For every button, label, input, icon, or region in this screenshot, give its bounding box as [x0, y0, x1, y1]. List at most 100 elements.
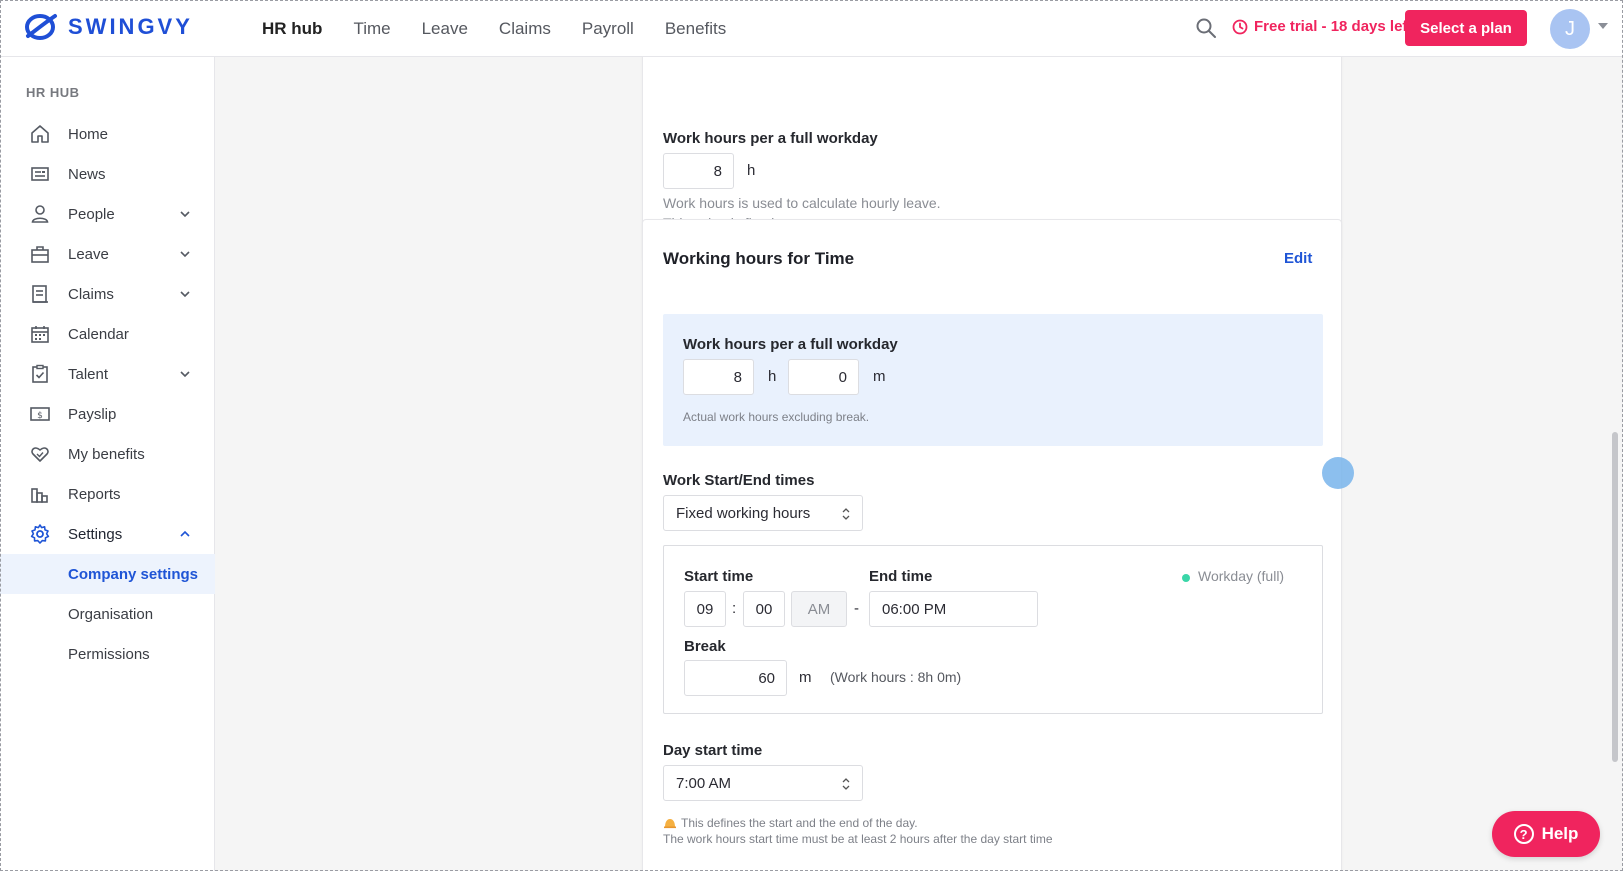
select-arrows-icon	[842, 778, 850, 790]
working-hours-mode-value: Fixed working hours	[676, 504, 811, 522]
sidebar-item-calendar[interactable]: Calendar	[0, 314, 215, 354]
day-start-value: 7:00 AM	[676, 774, 732, 792]
sidebar-item-news[interactable]: News	[0, 154, 215, 194]
time-separator: :	[732, 600, 737, 617]
calendar-icon	[31, 326, 49, 343]
sidebar-item-settings[interactable]: Settings	[0, 514, 215, 554]
gear-icon	[30, 524, 50, 544]
day-start-note-line2: The work hours start time must be at lea…	[663, 832, 1053, 846]
workday-hours-unit: h	[768, 368, 777, 385]
day-start-select[interactable]: 7:00 AM	[663, 765, 863, 801]
bell-icon	[664, 819, 676, 829]
workday-legend-label: Workday (full)	[1198, 568, 1285, 584]
sidebar-item-label: Reports	[68, 485, 121, 503]
top-navigation-bar: SWINGVY HR hub Time Leave Claims Payroll…	[0, 0, 1623, 57]
clock-icon	[1232, 19, 1248, 34]
start-end-label: Work Start/End times	[663, 472, 815, 489]
chevron-down-icon[interactable]	[1598, 23, 1608, 29]
day-start-note: This defines the start and the end of th…	[663, 816, 918, 830]
day-start-label: Day start time	[663, 742, 763, 759]
sidebar-subitem-label: Organisation	[68, 605, 154, 623]
news-icon	[31, 167, 49, 181]
heart-icon	[31, 447, 49, 462]
help-label: Help	[1541, 824, 1579, 843]
chevron-down-icon	[180, 251, 190, 258]
sidebar-item-leave[interactable]: Leave	[0, 234, 215, 274]
break-label: Break	[684, 638, 726, 655]
sidebar-item-label: News	[68, 165, 106, 183]
workday-hours-input[interactable]: 8	[683, 359, 754, 395]
time-working-hours-card: Working hours for Time Edit Work hours p…	[642, 219, 1342, 871]
chevron-down-icon	[180, 211, 190, 218]
select-arrows-icon	[842, 508, 850, 520]
time-card-title: Working hours for Time	[663, 249, 855, 268]
swingvy-logo[interactable]: SWINGVY	[24, 12, 193, 42]
sidebar-item-claims[interactable]: Claims	[0, 274, 215, 314]
nav-benefits[interactable]: Benefits	[665, 19, 726, 39]
avatar[interactable]: J	[1550, 9, 1590, 49]
sidebar-item-label: Talent	[68, 365, 109, 383]
help-button[interactable]: ? Help	[1492, 811, 1600, 857]
sidebar-subitem-company-settings[interactable]: Company settings	[0, 554, 215, 594]
clipboard-check-icon	[32, 364, 48, 383]
bar-chart-icon	[31, 488, 48, 503]
sidebar-item-payslip[interactable]: $ Payslip	[0, 394, 215, 434]
sidebar-item-people[interactable]: People	[0, 194, 215, 234]
sidebar-item-reports[interactable]: Reports	[0, 474, 215, 514]
scrollbar[interactable]	[1612, 432, 1618, 762]
svg-text:$: $	[37, 411, 43, 421]
leave-hours-unit: h	[747, 162, 756, 179]
nav-leave[interactable]: Leave	[422, 19, 468, 39]
sidebar-item-label: Payslip	[68, 405, 117, 423]
sidebar-item-label: Calendar	[68, 325, 129, 343]
start-time-label: Start time	[684, 568, 754, 585]
main-nav: HR hub Time Leave Claims Payroll Benefit…	[262, 0, 757, 57]
sidebar-item-label: Leave	[68, 245, 109, 263]
sidebar-item-home[interactable]: Home	[0, 114, 215, 154]
nav-payroll[interactable]: Payroll	[582, 19, 634, 39]
start-hour-input[interactable]: 09	[684, 591, 726, 627]
sidebar-subitem-label: Company settings	[68, 565, 199, 583]
sidebar-subitem-permissions[interactable]: Permissions	[0, 634, 215, 674]
start-end-panel: Start time 09 : 00 AM - End time 06:00 P…	[663, 545, 1323, 714]
sidebar-item-label: My benefits	[68, 445, 145, 463]
select-plan-button[interactable]: Select a plan	[1405, 10, 1527, 46]
sidebar-subitem-label: Permissions	[68, 645, 150, 663]
brand-name: SWINGVY	[68, 14, 193, 39]
leave-work-hours-label: Work hours per a full workday	[663, 130, 878, 147]
sidebar-item-label: Home	[68, 125, 109, 143]
edit-link[interactable]: Edit	[1284, 250, 1312, 267]
sidebar-item-talent[interactable]: Talent	[0, 354, 215, 394]
workday-legend-dot	[1182, 574, 1190, 582]
working-hours-mode-select[interactable]: Fixed working hours	[663, 495, 863, 531]
range-dash: -	[854, 600, 859, 617]
chevron-down-icon	[180, 371, 190, 378]
workday-hint: Actual work hours excluding break.	[683, 410, 870, 424]
pointer-indicator	[1322, 457, 1354, 489]
home-icon	[31, 125, 49, 143]
briefcase-icon	[31, 246, 49, 263]
sidebar-item-my-benefits[interactable]: My benefits	[0, 434, 215, 474]
chevron-down-icon	[180, 291, 190, 298]
workday-minutes-input[interactable]: 0	[788, 359, 859, 395]
end-time-label: End time	[869, 568, 933, 585]
nav-hr-hub[interactable]: HR hub	[262, 19, 322, 39]
receipt-icon	[32, 285, 48, 303]
end-time-input[interactable]: 06:00 PM	[869, 591, 1038, 627]
chevron-up-icon	[180, 530, 190, 537]
question-icon: ?	[1513, 824, 1534, 844]
leave-hours-input[interactable]: 8	[663, 153, 734, 189]
start-ampm-select[interactable]: AM	[791, 591, 847, 627]
day-start-note-line1: This defines the start and the end of th…	[681, 816, 918, 830]
search-icon[interactable]	[1195, 17, 1217, 39]
workday-hours-panel: Work hours per a full workday 8 h 0 m Ac…	[663, 314, 1323, 446]
logo-swirl-icon	[25, 14, 57, 40]
nav-time[interactable]: Time	[353, 19, 390, 39]
workday-minutes-unit: m	[873, 368, 886, 385]
break-minutes-input[interactable]: 60	[684, 660, 787, 696]
trial-indicator[interactable]: Free trial - 18 days left	[1232, 18, 1412, 35]
sidebar-item-label: People	[68, 205, 115, 223]
nav-claims[interactable]: Claims	[499, 19, 551, 39]
start-minute-input[interactable]: 00	[743, 591, 785, 627]
sidebar-subitem-organisation[interactable]: Organisation	[0, 594, 215, 634]
